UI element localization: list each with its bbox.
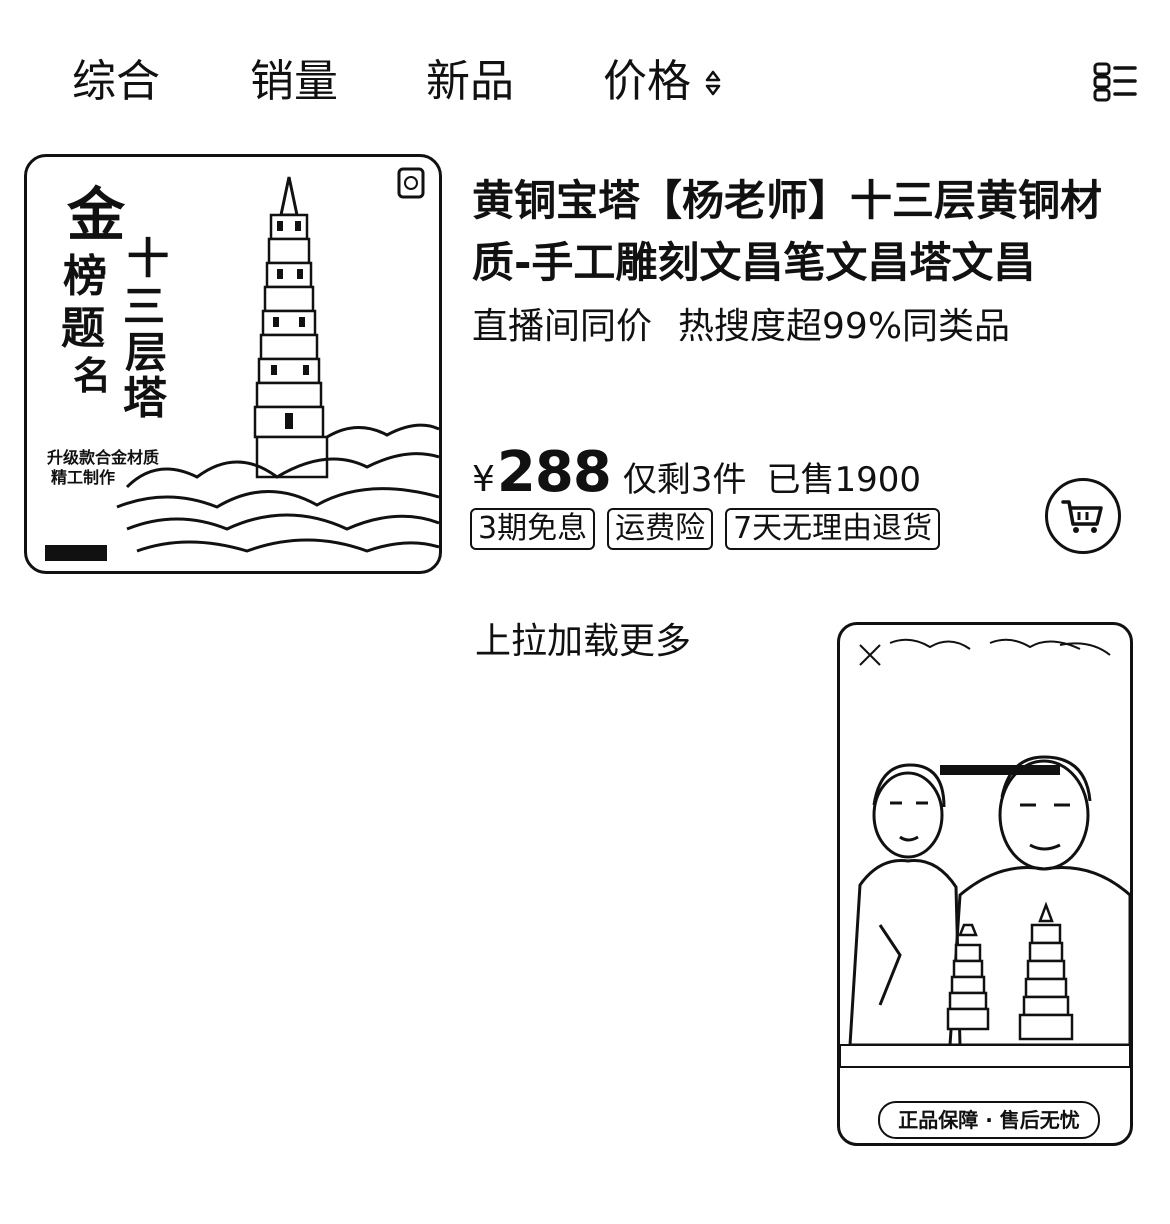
- tag-shipping-insurance: 运费险: [607, 508, 714, 550]
- price-currency: ¥: [472, 459, 495, 500]
- live-stream-video: [840, 638, 1130, 1068]
- stock-remaining: 仅剩3件: [622, 460, 747, 500]
- service-tags: 3期免息 运费险 7天无理由退货: [470, 508, 941, 550]
- load-more-hint: 上拉加载更多: [475, 621, 692, 662]
- svg-text:榜: 榜: [63, 251, 107, 302]
- sort-updown-icon[interactable]: [705, 70, 721, 96]
- list-layout-icon[interactable]: [1093, 62, 1137, 102]
- svg-text:金: 金: [67, 181, 126, 249]
- product-title[interactable]: 黄铜宝塔【杨老师】十三层黄铜材质-手工雕刻文昌笔文昌塔文昌: [472, 170, 1132, 294]
- svg-text:题: 题: [61, 303, 105, 354]
- shopping-cart-icon: [1061, 500, 1103, 533]
- svg-text:名: 名: [73, 353, 111, 398]
- tag-installment: 3期免息: [470, 508, 596, 550]
- sold-count: 已售1900: [766, 460, 921, 500]
- price-value: 288: [496, 440, 612, 505]
- sort-tab-comprehensive[interactable]: 综合: [72, 52, 160, 112]
- svg-text:层: 层: [125, 328, 167, 377]
- promo-line: 直播间同价 热搜度超99%同类品: [472, 302, 1010, 352]
- promo-hot-search: 热搜度超99%同类品: [678, 306, 1011, 347]
- live-guarantee-badge: 正品保障 · 售后无忧: [878, 1101, 1100, 1139]
- svg-text:三: 三: [123, 282, 165, 331]
- search-results-page: 综合 销量 新品 价格 金 榜 题 名 十 三 层 塔 升级款合金材质 精工制作…: [0, 0, 1170, 1224]
- tag-7day-return: 7天无理由退货: [725, 508, 941, 550]
- svg-text:精工制作: 精工制作: [51, 468, 115, 487]
- sort-tab-sales[interactable]: 销量: [250, 52, 338, 112]
- promo-same-price: 直播间同价: [472, 306, 653, 347]
- product-image[interactable]: 金 榜 题 名 十 三 层 塔 升级款合金材质 精工制作: [24, 154, 442, 574]
- live-stream-window[interactable]: 正品保障 · 售后无忧: [837, 622, 1133, 1146]
- svg-text:十: 十: [127, 234, 169, 283]
- pagoda-illustration: 金 榜 题 名 十 三 层 塔 升级款合金材质 精工制作: [45, 167, 439, 561]
- svg-text:升级款合金材质: 升级款合金材质: [47, 448, 159, 467]
- sort-tab-new[interactable]: 新品: [426, 52, 514, 112]
- svg-text:塔: 塔: [123, 373, 168, 424]
- price-row: ¥ 288 仅剩3件 已售1900: [472, 440, 921, 505]
- add-to-cart-button[interactable]: [1045, 478, 1121, 554]
- sort-tab-price[interactable]: 价格: [603, 52, 691, 112]
